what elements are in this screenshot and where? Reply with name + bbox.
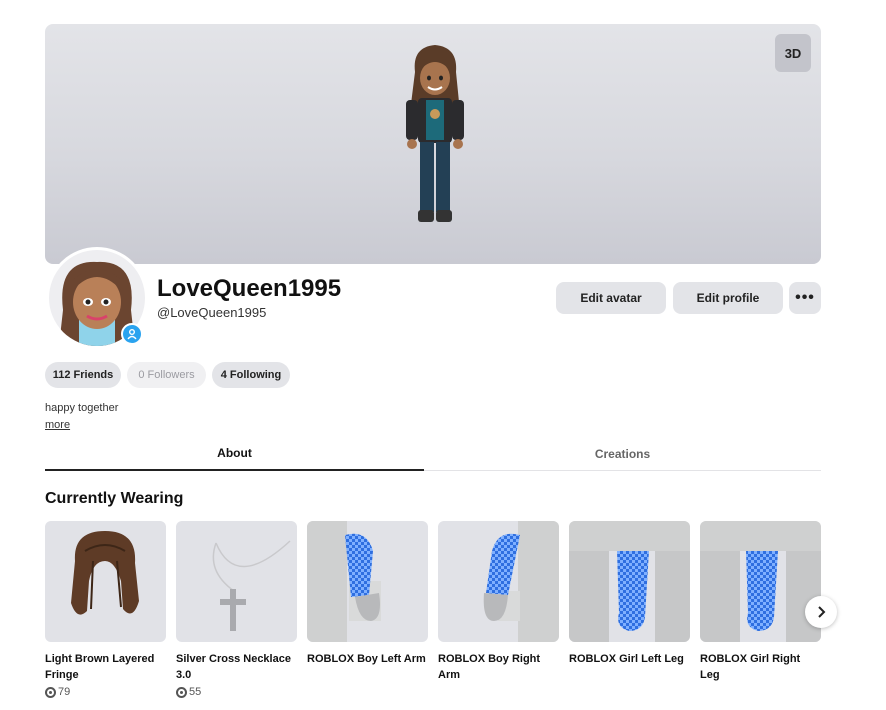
wearing-item-card[interactable]: ROBLOX Boy Left Arm xyxy=(307,521,428,667)
right-arm-icon xyxy=(483,521,559,642)
avatar-3d-figure xyxy=(406,45,464,222)
wearing-item-card[interactable]: ROBLOX Girl Right Leg xyxy=(700,521,821,683)
tab-about[interactable]: About xyxy=(45,437,424,471)
left-arm-icon xyxy=(307,521,381,642)
avatar-banner: 3D xyxy=(45,24,821,264)
item-name: Silver Cross Necklace 3.0 xyxy=(176,653,291,681)
online-status-icon xyxy=(121,323,143,345)
item-thumbnail xyxy=(176,521,297,642)
right-leg-icon xyxy=(700,521,821,642)
item-thumbnail xyxy=(307,521,428,642)
following-count-pill[interactable]: 4 Following xyxy=(212,362,290,388)
tab-creations[interactable]: Creations xyxy=(433,437,812,471)
wearing-item-card[interactable]: Light Brown Layered Fringe 79 xyxy=(45,521,166,698)
item-name: Light Brown Layered Fringe xyxy=(45,653,155,681)
3d-toggle-button[interactable]: 3D xyxy=(775,34,811,72)
currently-wearing-title: Currently Wearing xyxy=(45,490,184,507)
item-name: ROBLOX Girl Left Leg xyxy=(569,653,684,665)
edit-profile-button[interactable]: Edit profile xyxy=(673,282,783,314)
item-thumbnail xyxy=(438,521,559,642)
hair-icon xyxy=(71,531,139,615)
wearing-item-card[interactable]: ROBLOX Boy Right Arm xyxy=(438,521,559,683)
friends-count-pill[interactable]: 112 Friends xyxy=(45,362,121,388)
item-thumbnail xyxy=(700,521,821,642)
item-thumbnail xyxy=(569,521,690,642)
robux-icon xyxy=(45,686,56,698)
price-value: 55 xyxy=(189,686,202,698)
item-thumbnail xyxy=(45,521,166,642)
item-name: ROBLOX Boy Left Arm xyxy=(307,653,426,665)
price-value: 79 xyxy=(58,686,71,698)
more-options-button[interactable]: ••• xyxy=(789,282,821,314)
display-name: LoveQueen1995 xyxy=(157,275,342,302)
item-price: 55 xyxy=(176,686,297,698)
chevron-right-icon[interactable] xyxy=(805,596,837,628)
item-name: ROBLOX Girl Right Leg xyxy=(700,653,801,681)
item-name: ROBLOX Boy Right Arm xyxy=(438,653,541,681)
wearing-item-card[interactable]: Silver Cross Necklace 3.0 55 xyxy=(176,521,297,698)
left-leg-icon xyxy=(569,521,690,642)
profile-tabs: About Creations xyxy=(45,437,821,471)
edit-avatar-button[interactable]: Edit avatar xyxy=(556,282,666,314)
followers-count-pill[interactable]: 0 Followers xyxy=(127,362,206,388)
robux-icon xyxy=(176,686,187,698)
item-price: 79 xyxy=(45,686,166,698)
wearing-item-card[interactable]: ROBLOX Girl Left Leg xyxy=(569,521,690,667)
profile-bio: happy together xyxy=(45,402,119,414)
username: @LoveQueen1995 xyxy=(157,305,267,320)
necklace-icon xyxy=(212,540,291,631)
bio-more-link[interactable]: more xyxy=(45,419,70,431)
